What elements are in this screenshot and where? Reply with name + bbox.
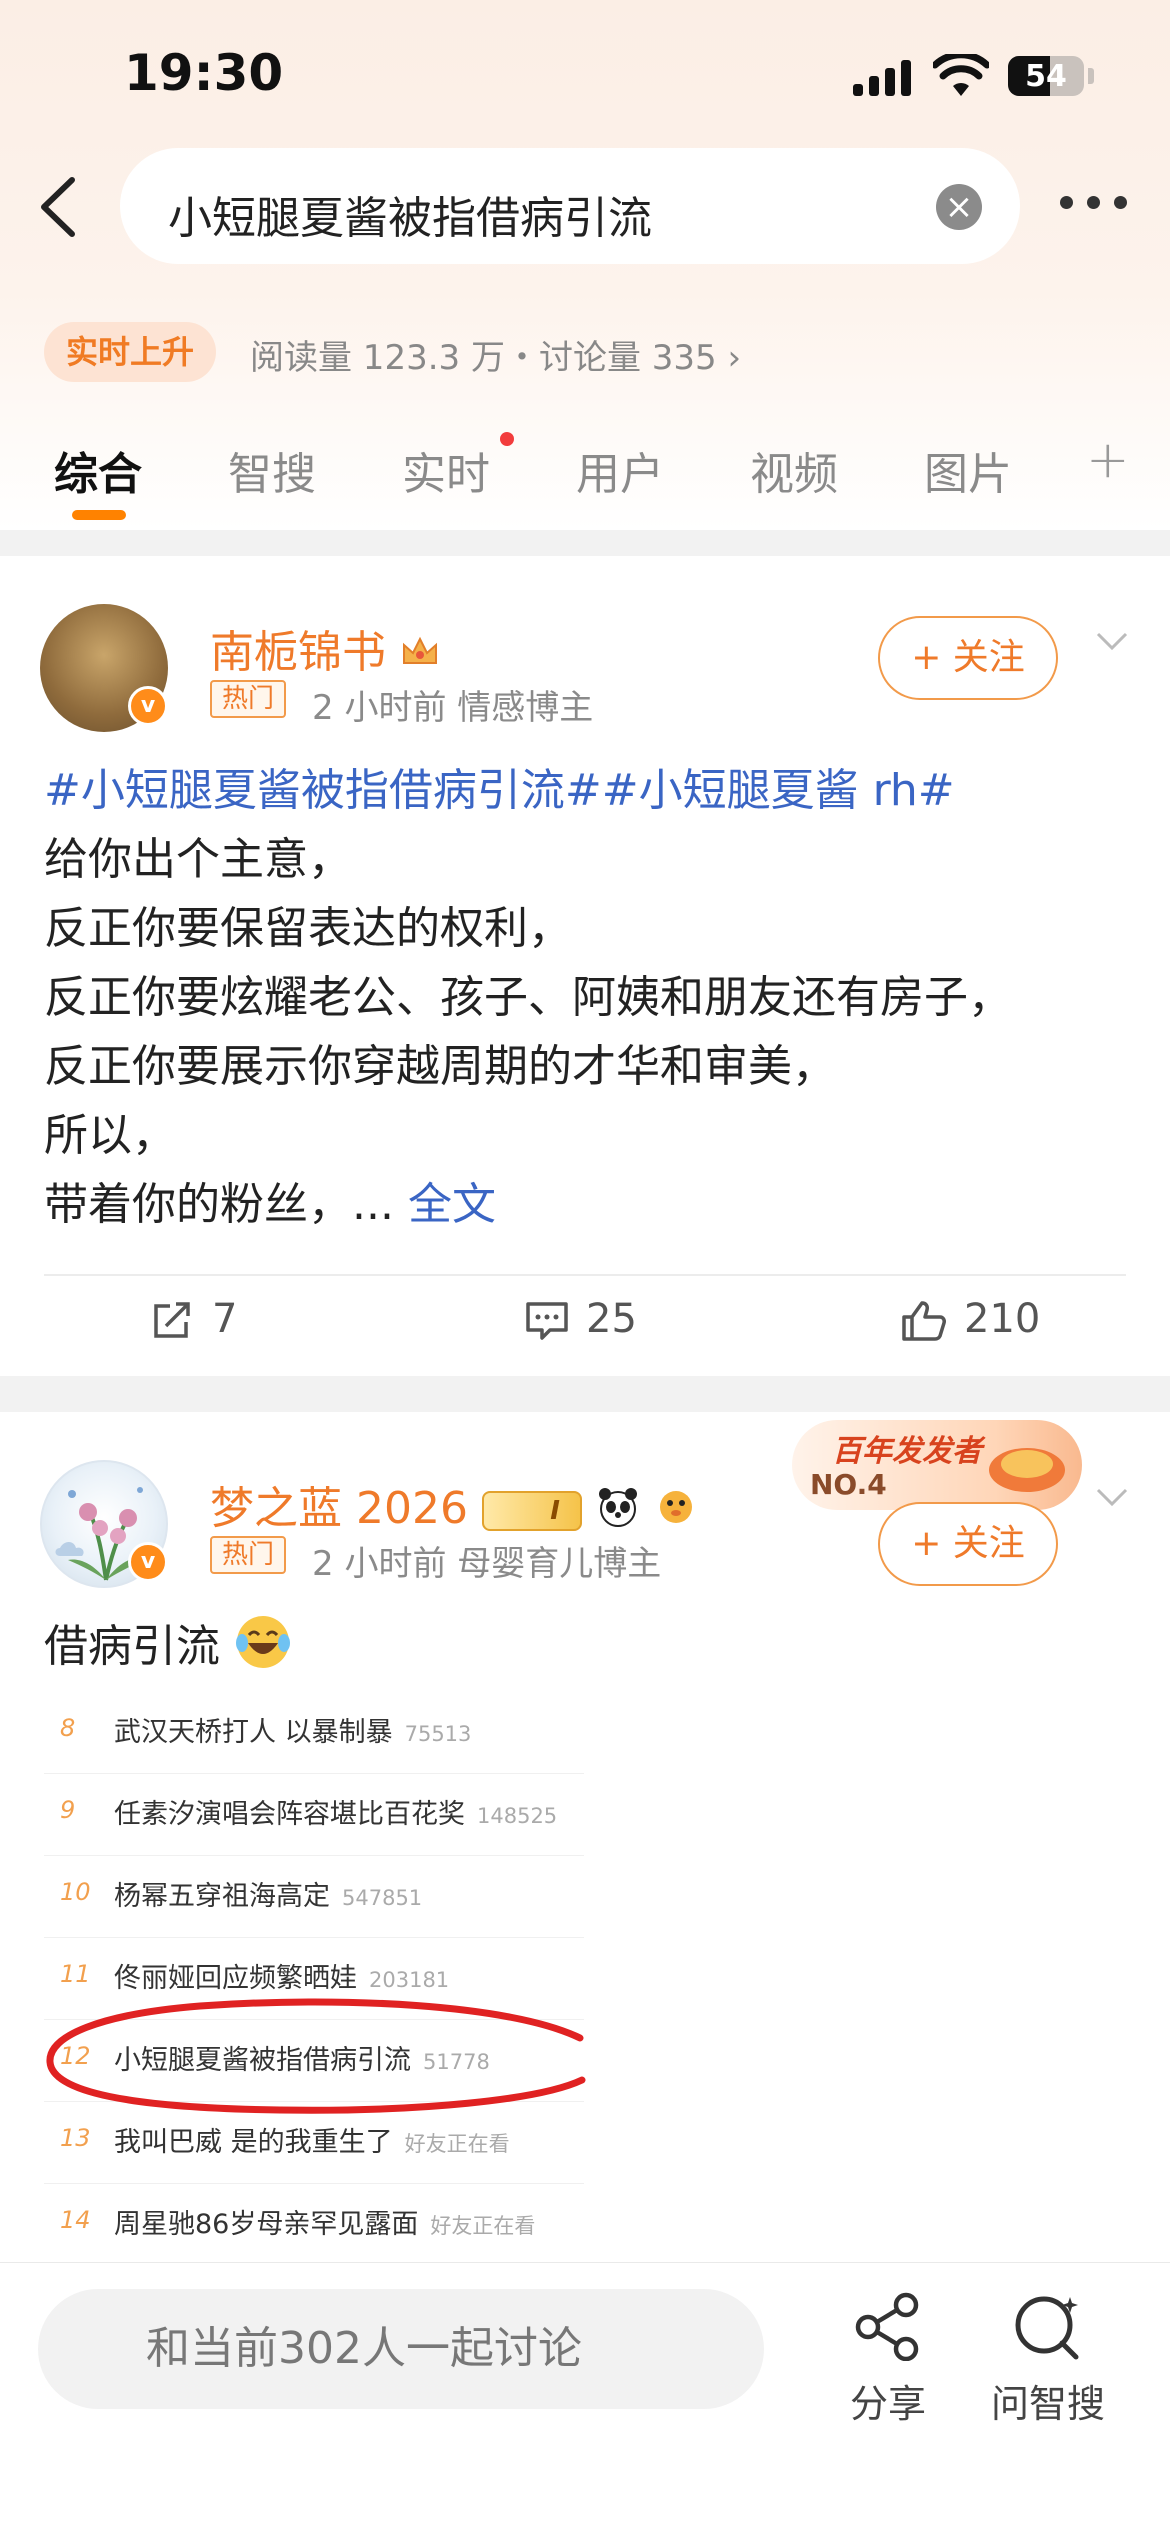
bottom-bar: 和当前302人一起讨论 分享 问智搜 [0, 2262, 1170, 2532]
verified-badge-icon: v [128, 1542, 168, 1582]
realtime-notification-dot [500, 432, 514, 446]
battery-cap [1088, 68, 1094, 84]
post-line: 借病引流 [44, 1621, 220, 1672]
post-username[interactable]: 南栀锦书 [210, 616, 440, 680]
thumbs-up-icon [902, 1301, 946, 1341]
post-body[interactable]: #小短腿夏酱被指借病引流##小短腿夏酱 rh# 给你出个主意， 反正你要保留表达… [44, 756, 1012, 1239]
rank-count: 75513 [404, 1722, 472, 1746]
post-card[interactable]: v 南栀锦书 热门 2 小时前 情感博主 + 关注 #小短腿夏酱被指借病引流##… [0, 556, 1170, 1376]
repost-count: 7 [212, 1296, 238, 1342]
battery-level: 54 [1025, 59, 1067, 94]
follow-button[interactable]: + 关注 [878, 616, 1058, 700]
award-number: NO.4 [810, 1468, 887, 1501]
award-banner[interactable]: 百年发发者 NO.4 [792, 1420, 1082, 1510]
share-icon [855, 2292, 919, 2362]
rank-count: 好友正在看 [430, 2214, 536, 2238]
rank-title: 杨幂五穿祖海高定 547851 [114, 1881, 423, 1912]
rank-title: 我叫巴威 是的我重生了 好友正在看 [114, 2127, 510, 2158]
hot-tag: 热门 [210, 680, 287, 718]
comment-icon [526, 1302, 568, 1340]
post-meta: 2 小时前 母婴育儿博主 [312, 1544, 662, 1584]
ask-smart-search-button[interactable]: 问智搜 [978, 2291, 1118, 2428]
divider [44, 1274, 1126, 1276]
post-line: 反正你要展示你穿越周期的才华和审美， [44, 1041, 836, 1092]
rank-title: 佟丽娅回应频繁晒娃 203181 [114, 1963, 450, 1994]
chevron-down-icon[interactable] [1092, 626, 1132, 656]
cellular-signal-icon [853, 60, 913, 96]
verified-badge-icon: v [128, 686, 168, 726]
tab-comprehensive[interactable]: 综合 [54, 438, 142, 502]
back-arrow-icon[interactable] [30, 172, 90, 242]
tab-smart-search[interactable]: 智搜 [228, 438, 316, 502]
ask-label: 问智搜 [990, 2382, 1105, 2426]
tab-realtime[interactable]: 实时 [402, 438, 490, 502]
pufferfish-icon [659, 1491, 692, 1523]
list-item: 9 任素汐演唱会阵容堪比百花奖 148525 [44, 1774, 584, 1856]
comment-button[interactable]: 25 [524, 1296, 637, 1342]
tab-videos[interactable]: 视频 [750, 438, 838, 502]
search-query-text: 小短腿夏酱被指借病引流 [168, 193, 652, 244]
rank-title: 周星驰86岁母亲罕见露面 好友正在看 [114, 2209, 536, 2240]
rank-number: 11 [60, 1960, 91, 1988]
laughing-tears-emoji-icon [236, 1616, 290, 1668]
status-time: 19:30 [124, 44, 284, 102]
battery-icon: 54 [1008, 56, 1084, 96]
search-tabs: 综合 智搜 实时 用户 视频 图片 [0, 420, 1170, 520]
comment-count: 25 [586, 1296, 637, 1342]
rank-count: 148525 [477, 1804, 558, 1828]
like-button[interactable]: 210 [900, 1296, 1040, 1343]
list-item: 10 杨幂五穿祖海高定 547851 [44, 1856, 584, 1938]
full-text-link[interactable]: 全文 [408, 1179, 496, 1230]
trophy-icon [989, 1448, 1065, 1492]
wifi-icon [933, 54, 989, 96]
like-count: 210 [964, 1296, 1041, 1342]
more-options-icon[interactable] [1060, 196, 1128, 216]
header-area: 19:30 54 小短腿夏酱被指借病引流 × 实时上升 阅读量 123.3 万・… [0, 0, 1170, 530]
post-meta: 2 小时前 情感博主 [312, 688, 594, 728]
rank-number: 14 [60, 2206, 91, 2234]
crown-icon [403, 636, 437, 664]
post-line: 给你出个主意， [44, 834, 352, 885]
hot-tag: 热门 [210, 1536, 287, 1574]
post-line: 带着你的粉丝，... [44, 1179, 394, 1230]
discuss-input[interactable]: 和当前302人一起讨论 [38, 2289, 764, 2409]
rank-title: 武汉天桥打人 以暴制暴 75513 [114, 1717, 472, 1748]
search-input[interactable]: 小短腿夏酱被指借病引流 × [120, 148, 1020, 264]
rank-count: 547851 [342, 1886, 423, 1910]
post-line: 反正你要保留表达的权利， [44, 903, 572, 954]
rank-count: 好友正在看 [404, 2132, 510, 2156]
chevron-down-icon[interactable] [1092, 1482, 1132, 1512]
rank-count: 203181 [369, 1968, 450, 1992]
post-line: 反正你要炫耀老公、孩子、阿姨和朋友还有房子， [44, 972, 1012, 1023]
embedded-ranking-image[interactable]: 8 武汉天桥打人 以暴制暴 75513 9 任素汐演唱会阵容堪比百花奖 148525… [0, 1692, 600, 2266]
rank-number: 13 [60, 2124, 91, 2152]
share-button[interactable]: 分享 [818, 2291, 958, 2428]
award-banner-title: 百年发发者 [832, 1434, 982, 1469]
red-circle-annotation [46, 1998, 586, 2114]
post-username[interactable]: 梦之蓝 2026 I [210, 1472, 698, 1536]
post-line: 所以， [44, 1110, 176, 1161]
follow-button[interactable]: + 关注 [878, 1502, 1058, 1586]
list-item: 14 周星驰86岁母亲罕见露面 好友正在看 [44, 2184, 584, 2266]
smart-search-icon [1015, 2296, 1079, 2360]
tab-users[interactable]: 用户 [576, 438, 664, 502]
panda-icon [598, 1488, 637, 1527]
topic-stats-link[interactable]: 阅读量 123.3 万・讨论量 335 › [250, 330, 741, 379]
list-item: 8 武汉天桥打人 以暴制暴 75513 [44, 1692, 584, 1774]
rank-number: 10 [60, 1878, 91, 1906]
post-body[interactable]: 借病引流 [44, 1612, 292, 1681]
clear-search-icon[interactable]: × [936, 184, 982, 230]
tab-images[interactable]: 图片 [924, 438, 1012, 502]
share-label: 分享 [849, 2382, 926, 2426]
member-level-badge: I [481, 1491, 582, 1531]
active-tab-indicator [72, 510, 126, 520]
add-tab-icon[interactable]: + [1086, 430, 1130, 490]
rank-number: 9 [60, 1796, 76, 1824]
rank-number: 8 [60, 1714, 76, 1742]
repost-icon [154, 1302, 190, 1338]
trend-badge: 实时上升 [44, 322, 217, 382]
topic-hashtags[interactable]: #小短腿夏酱被指借病引流##小短腿夏酱 rh# [44, 756, 1012, 825]
repost-button[interactable]: 7 [150, 1296, 237, 1342]
rank-title: 任素汐演唱会阵容堪比百花奖 148525 [114, 1799, 558, 1830]
